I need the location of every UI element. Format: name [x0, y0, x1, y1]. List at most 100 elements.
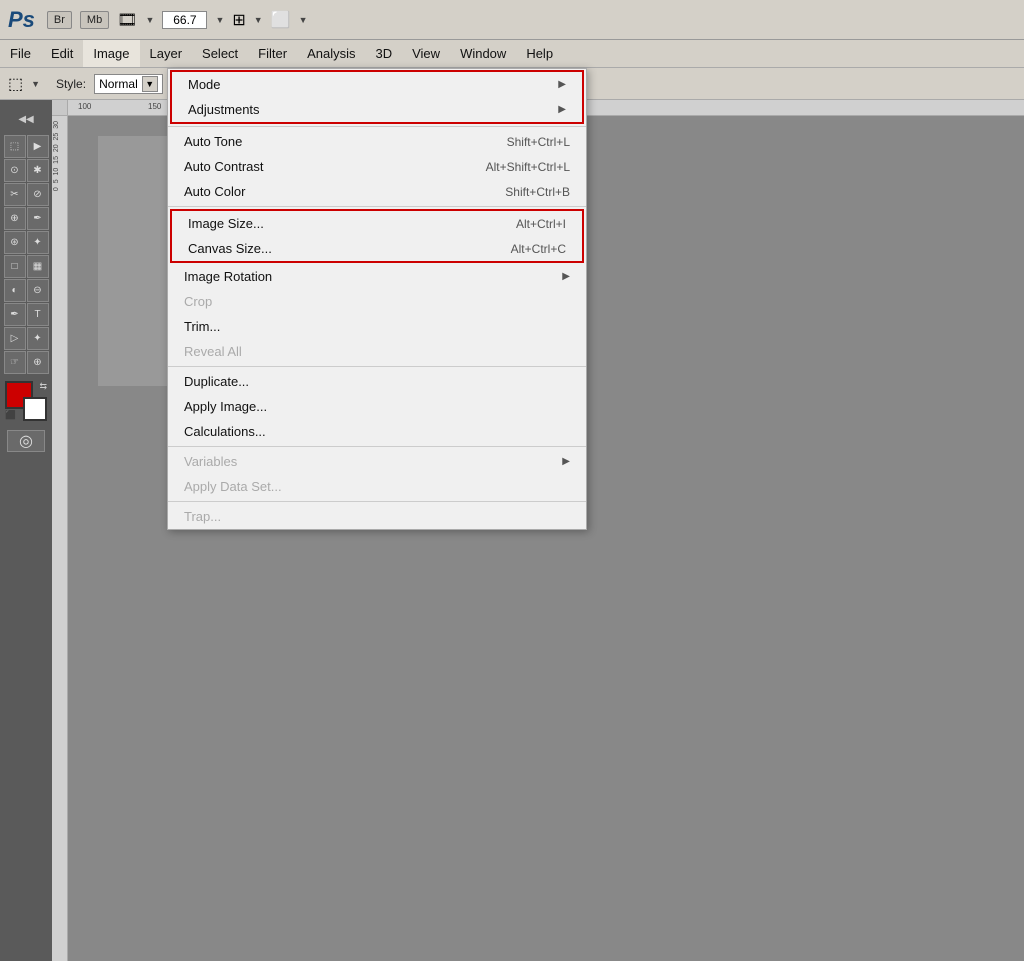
section-transform: Image Rotation ▶ Crop Trim... Reveal All — [168, 264, 586, 364]
toolbar-collapse[interactable]: ◀◀ — [19, 104, 33, 134]
shape-tool[interactable]: ✦ — [27, 327, 49, 350]
tool-row-4: ⊕ ✒ — [4, 207, 49, 230]
pen-tool[interactable]: ✒ — [4, 303, 26, 326]
menu-item-image-size[interactable]: Image Size... Alt+Ctrl+I — [172, 211, 582, 236]
section-trap: Trap... — [168, 504, 586, 529]
tool-row-3: ✂ ⊘ — [4, 183, 49, 206]
ruler-corner — [52, 100, 68, 116]
apply-image-label: Apply Image... — [184, 399, 267, 414]
crop-tool[interactable]: ✂ — [4, 183, 26, 206]
text-tool[interactable]: T — [27, 303, 49, 326]
auto-contrast-label: Auto Contrast — [184, 159, 264, 174]
style-value: Normal — [99, 77, 138, 91]
canvas-size-shortcut: Alt+Ctrl+C — [511, 242, 566, 256]
menu-item-adjustments[interactable]: Adjustments ▶ — [172, 97, 582, 122]
blur-tool[interactable]: ◐ — [4, 279, 26, 302]
menu-image[interactable]: Image — [83, 40, 139, 67]
menu-item-trim[interactable]: Trim... — [168, 314, 586, 339]
menu-bar: File Edit Image Layer Select Filter Anal… — [0, 40, 1024, 68]
eraser-tool[interactable]: □ — [4, 255, 26, 278]
trap-label: Trap... — [184, 509, 221, 524]
lasso-tool[interactable]: ⊙ — [4, 159, 26, 182]
ruler-h-100: 100 — [78, 102, 91, 111]
quick-mask-button[interactable]: ◎ — [7, 430, 45, 452]
menu-item-duplicate[interactable]: Duplicate... — [168, 369, 586, 394]
menu-analysis[interactable]: Analysis — [297, 40, 365, 67]
menu-select[interactable]: Select — [192, 40, 248, 67]
menu-item-reveal-all: Reveal All — [168, 339, 586, 364]
gradient-tool[interactable]: ▦ — [27, 255, 49, 278]
ruler-h-150: 150 — [148, 102, 161, 111]
menu-filter[interactable]: Filter — [248, 40, 297, 67]
menu-layer[interactable]: Layer — [140, 40, 193, 67]
quick-select-tool[interactable]: ✱ — [27, 159, 49, 182]
tool-row-8: ✒ T — [4, 303, 49, 326]
screen-mode-icon[interactable]: ⬜ — [271, 10, 291, 30]
menu-help[interactable]: Help — [516, 40, 563, 67]
auto-color-shortcut: Shift+Ctrl+B — [505, 185, 570, 199]
tool-row-1: ⬚ ▶ — [4, 135, 49, 158]
apply-data-set-label: Apply Data Set... — [184, 479, 282, 494]
menu-item-image-rotation[interactable]: Image Rotation ▶ — [168, 264, 586, 289]
layout-dropdown-arrow[interactable]: ▼ — [254, 15, 263, 25]
menu-item-mode[interactable]: Mode ▶ — [172, 72, 582, 97]
filmstrip-dropdown[interactable]: ▼ — [146, 15, 155, 25]
image-dropdown-menu: Mode ▶ Adjustments ▶ Auto Tone Shift+Ctr… — [167, 68, 587, 530]
auto-color-label: Auto Color — [184, 184, 245, 199]
menu-item-canvas-size[interactable]: Canvas Size... Alt+Ctrl+C — [172, 236, 582, 261]
menu-file[interactable]: File — [0, 40, 41, 67]
menu-item-trap: Trap... — [168, 504, 586, 529]
ps-logo: Ps — [8, 7, 35, 33]
image-size-shortcut: Alt+Ctrl+I — [516, 217, 566, 231]
menu-item-auto-color[interactable]: Auto Color Shift+Ctrl+B — [168, 179, 586, 204]
menu-item-apply-data-set: Apply Data Set... — [168, 474, 586, 499]
variables-label: Variables — [184, 454, 237, 469]
menu-view[interactable]: View — [402, 40, 450, 67]
style-select[interactable]: Normal ▼ — [94, 74, 163, 94]
vertical-ruler: 0 5 10 15 20 25 30 — [52, 116, 68, 961]
auto-tone-label: Auto Tone — [184, 134, 242, 149]
background-color[interactable] — [23, 397, 47, 421]
tool-row-5: ⊛ ✦ — [4, 231, 49, 254]
duplicate-label: Duplicate... — [184, 374, 249, 389]
menu-edit[interactable]: Edit — [41, 40, 83, 67]
style-dropdown-btn[interactable]: ▼ — [142, 76, 158, 92]
menu-window[interactable]: Window — [450, 40, 516, 67]
mode-submenu-arrow: ▶ — [558, 79, 566, 90]
calculations-label: Calculations... — [184, 424, 266, 439]
default-colors-icon[interactable]: ⬛ — [5, 410, 16, 421]
zoom-display[interactable]: 66.7 — [162, 11, 207, 29]
healing-tool[interactable]: ⊕ — [4, 207, 26, 230]
hand-tool[interactable]: ☞ — [4, 351, 26, 374]
menu-item-variables: Variables ▶ — [168, 449, 586, 474]
menu-item-calculations[interactable]: Calculations... — [168, 419, 586, 444]
clone-tool[interactable]: ⊛ — [4, 231, 26, 254]
br-button[interactable]: Br — [47, 11, 72, 29]
swap-colors-icon[interactable]: ⇆ — [39, 381, 47, 392]
filmstrip-icon[interactable]: 🎞 — [117, 10, 137, 30]
layout-icon[interactable]: ⊞ — [232, 10, 245, 30]
zoom-dropdown-arrow[interactable]: ▼ — [215, 15, 224, 25]
image-rotation-label: Image Rotation — [184, 269, 272, 284]
mb-button[interactable]: Mb — [80, 11, 109, 29]
path-tool[interactable]: ▷ — [4, 327, 26, 350]
color-swatches: ⇆ ⬛ — [5, 381, 47, 421]
variables-submenu-arrow: ▶ — [562, 456, 570, 467]
zoom-tool[interactable]: ⊕ — [27, 351, 49, 374]
menu-item-apply-image[interactable]: Apply Image... — [168, 394, 586, 419]
marquee-tool[interactable]: ⬚ — [4, 135, 26, 158]
history-tool[interactable]: ✦ — [27, 231, 49, 254]
menu-item-crop: Crop — [168, 289, 586, 314]
dodge-tool[interactable]: ⊖ — [27, 279, 49, 302]
brush-tool[interactable]: ✒ — [27, 207, 49, 230]
screen-mode-dropdown-arrow[interactable]: ▼ — [299, 15, 308, 25]
eyedropper-tool[interactable]: ⊘ — [27, 183, 49, 206]
menu-3d[interactable]: 3D — [365, 40, 402, 67]
menu-item-auto-contrast[interactable]: Auto Contrast Alt+Shift+Ctrl+L — [168, 154, 586, 179]
separator-4 — [168, 446, 586, 447]
trim-label: Trim... — [184, 319, 220, 334]
move-tool[interactable]: ▶ — [27, 135, 49, 158]
highlighted-section-2: Image Size... Alt+Ctrl+I Canvas Size... … — [170, 209, 584, 263]
menu-item-auto-tone[interactable]: Auto Tone Shift+Ctrl+L — [168, 129, 586, 154]
section-apply: Duplicate... Apply Image... Calculations… — [168, 369, 586, 444]
